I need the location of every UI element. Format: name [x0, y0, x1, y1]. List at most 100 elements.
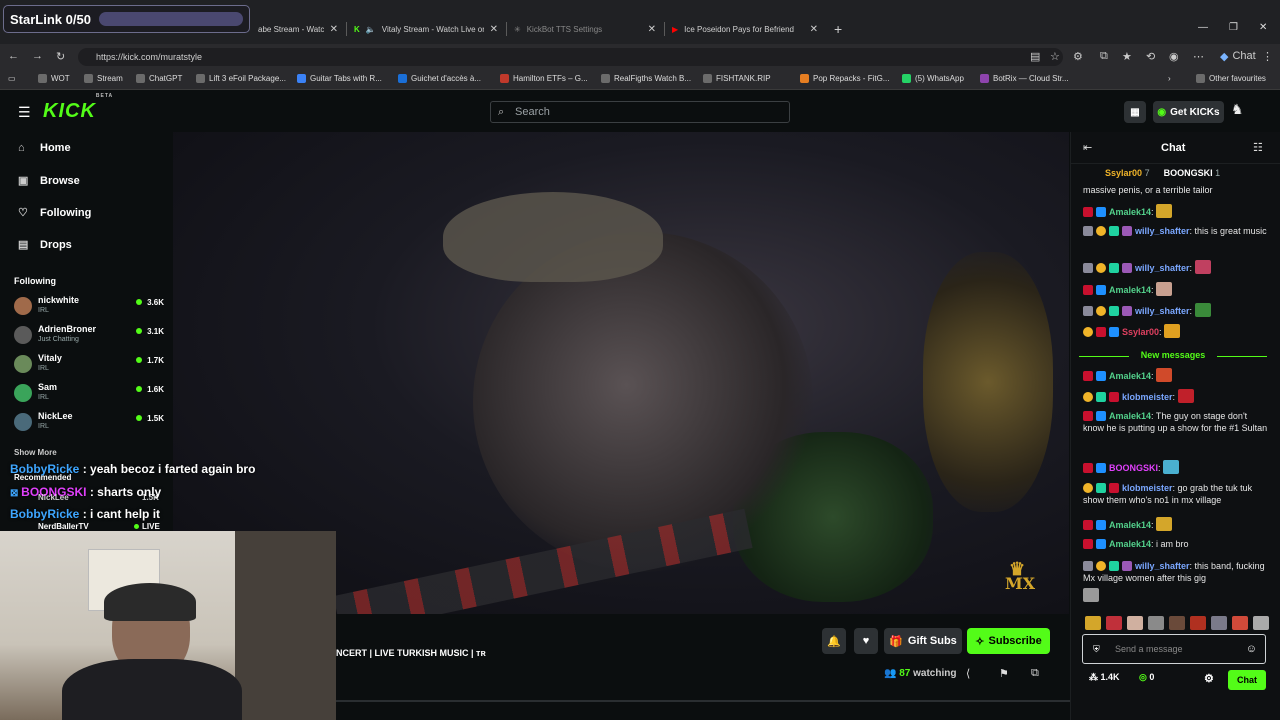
user-avatar[interactable]: ♞ [1231, 101, 1251, 123]
maximize-icon[interactable]: ❐ [1229, 22, 1238, 33]
mute-icon[interactable]: 🔈 [366, 25, 376, 34]
tab-1[interactable]: abe Stream - Watch L ✕ [252, 14, 344, 44]
following-channel[interactable]: nickwhite IRL 3.6K [14, 295, 164, 321]
emote-icon[interactable] [1190, 616, 1206, 630]
collapse-chat-icon[interactable]: ⇤ [1083, 141, 1092, 154]
bookmark-item[interactable]: RealFigths Watch B... [601, 74, 691, 83]
close-icon[interactable]: ✕ [330, 24, 338, 35]
bookmark-item[interactable]: FISHTANK.RIP [703, 74, 771, 83]
chat-username[interactable]: BOONGSKI [1109, 463, 1158, 473]
more-icon[interactable]: ⋮ [1262, 50, 1273, 63]
tab-3[interactable]: ✳ KickBot TTS Settings ✕ [508, 14, 662, 44]
clip-icon[interactable]: ⧉ [1031, 667, 1039, 680]
chat-message-input[interactable]: ⛨ Send a message ☺ [1082, 634, 1266, 664]
chat-settings-icon[interactable]: ⚙ [1204, 672, 1214, 685]
close-window-icon[interactable]: ✕ [1259, 22, 1267, 33]
follow-button[interactable]: ♥ [854, 628, 878, 654]
kick-logo[interactable]: KICKBETA [43, 93, 113, 123]
chat-username[interactable]: Amalek14 [1109, 520, 1151, 530]
recommended-channel-name[interactable]: NerdBallerTV [38, 522, 89, 531]
following-channel[interactable]: Vitaly IRL 1.7K [14, 353, 164, 379]
url-field[interactable]: https://kick.com/muratstyle [78, 48, 1063, 66]
split-icon[interactable]: ⧉ [1100, 50, 1108, 63]
emote-icon[interactable] [1127, 616, 1143, 630]
history-icon[interactable]: ⟲ [1146, 50, 1155, 63]
extensions-icon[interactable]: ⚙ [1073, 50, 1083, 63]
chat-username[interactable]: Ssylar00 [1122, 327, 1159, 337]
back-icon[interactable]: ← [8, 50, 19, 62]
emote-icon[interactable] [1232, 616, 1248, 630]
emoji-icon[interactable]: ☺ [1246, 635, 1257, 663]
chat-username[interactable]: Amalek14 [1109, 539, 1151, 549]
following-channel[interactable]: AdrienBroner Just Chatting 3.1K [14, 324, 164, 350]
bookmark-item[interactable]: Pop Repacks - FitG... [800, 74, 889, 83]
sidebar-item-home[interactable]: ⌂ Home [18, 142, 71, 154]
chat-username[interactable]: willy_shafter [1135, 306, 1190, 316]
minimize-icon[interactable]: — [1198, 22, 1208, 33]
tab-4[interactable]: ▶ Ice Poseidon Pays for Befriending ✕ [666, 14, 824, 44]
emote-icon[interactable] [1169, 616, 1185, 630]
emote-icon[interactable] [1211, 616, 1227, 630]
chat-username[interactable]: willy_shafter [1135, 561, 1190, 571]
chat-username[interactable]: Amalek14 [1109, 411, 1151, 421]
emote-icon[interactable] [1148, 616, 1164, 630]
chat-username[interactable]: Amalek14 [1109, 207, 1151, 217]
favorites-icon[interactable]: ★ [1122, 50, 1132, 63]
sidebar-item-browse[interactable]: ▣ Browse [18, 174, 80, 188]
more-icon[interactable]: ⋯ [1193, 50, 1204, 63]
tab-2[interactable]: K 🔈 Vitaly Stream - Watch Live on ✕ [348, 14, 504, 44]
shield-icon[interactable]: ⛨ [1093, 635, 1100, 663]
bookmark-item[interactable]: (5) WhatsApp [902, 74, 964, 83]
chat-username[interactable]: Amalek14 [1109, 371, 1151, 381]
bookmark-item[interactable]: Guitar Tabs with R... [297, 74, 382, 83]
share-icon[interactable]: ⟨ [966, 667, 970, 680]
forward-icon[interactable]: → [32, 50, 43, 62]
bookmark-item[interactable]: Hamilton ETFs – G... [500, 74, 588, 83]
chat-username[interactable]: klobmeister [1122, 392, 1173, 402]
chat-username[interactable]: klobmeister [1122, 483, 1173, 493]
reader-icon[interactable]: ▤ [1030, 50, 1040, 63]
close-icon[interactable]: ✕ [810, 24, 818, 35]
emote-icon[interactable] [1106, 616, 1122, 630]
bookmark-item[interactable]: ChatGPT [136, 74, 182, 83]
recommended-channel-name[interactable]: NickLee [38, 493, 69, 502]
get-kicks-button[interactable]: ◉ Get KICKs [1153, 101, 1224, 123]
sidebar-item-following[interactable]: ♡ Following [18, 206, 91, 220]
following-channel[interactable]: NickLee IRL 1.5K [14, 411, 164, 437]
show-more-link[interactable]: Show More [14, 448, 57, 457]
gifter-1[interactable]: Ssylar00 7 [1105, 168, 1150, 178]
bookmark-item[interactable]: Guichet d'accès à... [398, 74, 481, 83]
bookmark-item[interactable]: Stream [84, 74, 123, 83]
chat-username[interactable]: Amalek14 [1109, 285, 1151, 295]
close-icon[interactable]: ✕ [648, 24, 656, 35]
notification-button[interactable]: 🔔 [822, 628, 846, 654]
subscribe-button[interactable]: ✧ Subscribe [967, 628, 1050, 654]
gifter-2[interactable]: BOONGSKI 1 [1164, 168, 1221, 178]
refresh-icon[interactable]: ↻ [56, 50, 65, 63]
bookmark-item[interactable]: BotRix — Cloud Str... [980, 74, 1069, 83]
following-channel[interactable]: Sam IRL 1.6K [14, 382, 164, 408]
hamburger-menu-icon[interactable]: ☰ [18, 104, 31, 121]
favorite-star-icon[interactable]: ☆ [1050, 50, 1060, 63]
gift-subs-button[interactable]: 🎁 Gift Subs [884, 628, 962, 654]
chevron-right-icon[interactable]: › [1168, 74, 1171, 83]
bookmark-manager-icon[interactable]: ▭ [8, 74, 16, 83]
sidebar-item-drops[interactable]: ▤ Drops [18, 238, 72, 252]
layout-icon: ▦ [1130, 106, 1140, 118]
emote-icon[interactable] [1085, 616, 1101, 630]
close-icon[interactable]: ✕ [490, 24, 498, 35]
report-icon[interactable]: ⚑ [999, 667, 1009, 680]
bookmark-item[interactable]: Lift 3 eFoil Package... [196, 74, 286, 83]
search-input[interactable]: ⌕ Search [490, 101, 790, 123]
chat-username[interactable]: willy_shafter [1135, 263, 1190, 273]
chat-username[interactable]: willy_shafter [1135, 226, 1190, 236]
layout-button[interactable]: ▦ [1124, 101, 1146, 123]
bookmark-item[interactable]: WOT [38, 74, 70, 83]
emote-icon[interactable] [1253, 616, 1269, 630]
chat-users-icon[interactable]: ☷ [1253, 141, 1263, 154]
other-favourites[interactable]: Other favourites [1196, 74, 1266, 83]
copilot-chat-button[interactable]: ◆ Chat [1220, 50, 1256, 63]
new-tab-button[interactable]: + [828, 14, 848, 44]
send-chat-button[interactable]: Chat [1228, 670, 1266, 690]
profile-icon[interactable]: ◉ [1169, 50, 1179, 63]
